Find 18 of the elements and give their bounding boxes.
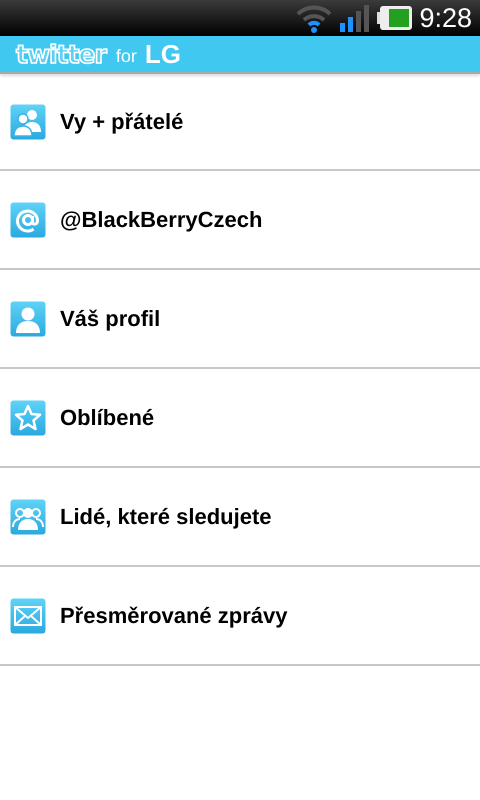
menu-item[interactable]: Vy + přátelé [60, 105, 184, 138]
menu-item[interactable]: Oblíbené [60, 401, 154, 434]
menu-item[interactable]: Lidé, které sledujete [60, 500, 272, 533]
signal-icon [339, 3, 372, 33]
menu-item[interactable]: Váš profil [60, 302, 160, 335]
people-icon [10, 104, 46, 140]
battery-icon [377, 5, 414, 31]
wifi-icon [295, 3, 334, 33]
group-icon [10, 498, 46, 534]
at-sign-icon [10, 202, 46, 238]
person-icon [10, 300, 46, 336]
menu-item[interactable]: @BlackBerryCzech [60, 203, 262, 236]
menu-item[interactable]: Přesměrované zprávy [60, 599, 288, 632]
brand-name: LG [144, 41, 181, 67]
envelope-icon [10, 598, 46, 634]
status-time: 9:28 [419, 4, 472, 32]
app-logo: twitter [16, 42, 106, 66]
header-text: for [116, 47, 137, 65]
